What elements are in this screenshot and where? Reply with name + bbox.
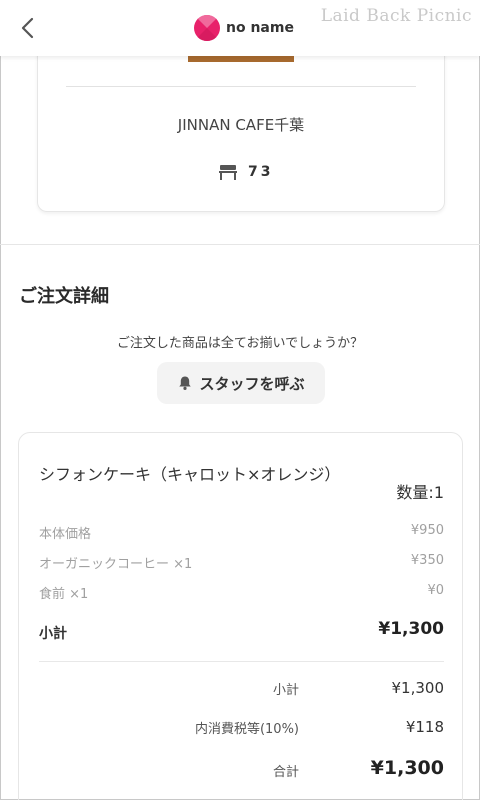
brand-name: no name — [226, 20, 294, 36]
summary-total-label: 合計 — [272, 765, 299, 780]
item-subtotal: 小計 ¥1,300 — [39, 619, 444, 643]
call-staff-button[interactable]: スタッフを呼ぶ — [157, 362, 325, 404]
detail-row: 食前 ×1 ¥0 — [39, 583, 444, 602]
accent-bar — [188, 56, 294, 62]
item-subtotal-price: ¥1,300 — [378, 619, 444, 639]
item-quantity: 数量:1 — [396, 483, 444, 502]
call-staff-label: スタッフを呼ぶ — [199, 374, 305, 393]
summary-total-value: ¥1,300 — [370, 757, 444, 779]
section-title: ご注文詳細 — [19, 286, 109, 307]
summary-tax-row: 内消費税等(10%) ¥118 — [39, 718, 444, 744]
summary-subtotal-value: ¥1,300 — [391, 679, 445, 697]
detail-row: オーガニックコーヒー ×1 ¥350 — [39, 553, 444, 572]
back-button[interactable] — [14, 14, 42, 42]
bell-icon — [179, 376, 192, 390]
table-icon — [218, 164, 238, 180]
detail-label: オーガニックコーヒー ×1 — [39, 557, 193, 572]
chevron-left-icon — [21, 17, 34, 39]
brand-logo-icon — [194, 15, 220, 41]
detail-row: 本体価格 ¥950 — [39, 523, 444, 542]
app-header: no name Laid Back Picnic — [0, 0, 480, 56]
summary-tax-label: 内消費税等(10%) — [194, 722, 299, 737]
summary-tax-value: ¥118 — [405, 718, 444, 736]
table-info: 73 — [218, 164, 273, 180]
brand: no name — [194, 14, 294, 42]
order-item-card: シフォンケーキ（キャロット×オレンジ） 数量:1 本体価格 ¥950 オーガニッ… — [18, 432, 463, 800]
detail-label: 本体価格 — [39, 527, 92, 542]
divider — [39, 661, 444, 662]
store-card: JINNAN CAFE千葉 73 — [37, 30, 445, 212]
table-number: 73 — [248, 164, 274, 180]
watermark: Laid Back Picnic — [320, 6, 472, 26]
divider — [66, 86, 416, 87]
store-name: JINNAN CAFE千葉 — [177, 116, 305, 134]
detail-price: ¥0 — [427, 583, 444, 598]
section-divider — [0, 244, 480, 245]
detail-label: 食前 ×1 — [39, 587, 89, 602]
order-complete-prompt: ご注文した商品は全てお揃いでしょうか？ — [116, 336, 364, 351]
detail-price: ¥350 — [410, 553, 444, 568]
summary-subtotal-label: 小計 — [272, 683, 299, 698]
item-name: シフォンケーキ（キャロット×オレンジ） — [39, 465, 341, 484]
summary-subtotal-row: 小計 ¥1,300 — [39, 679, 444, 705]
item-subtotal-label: 小計 — [39, 626, 67, 642]
detail-price: ¥950 — [410, 523, 444, 538]
summary-total-row: 合計 ¥1,300 — [39, 757, 444, 783]
